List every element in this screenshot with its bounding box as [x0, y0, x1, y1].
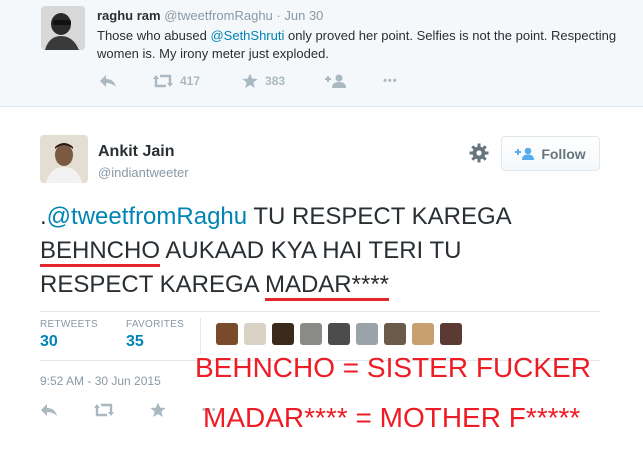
retweet-button[interactable]: 417 [153, 74, 200, 88]
author-handle[interactable]: @tweetfromRaghu [164, 8, 273, 23]
add-user-icon [515, 147, 535, 160]
stats-separator [200, 318, 201, 354]
tweet-text: .@tweetfromRaghu TU RESPECT KAREGA BEHNC… [40, 200, 640, 302]
annotation-line-2: MADAR**** = MOTHER F***** [203, 402, 581, 433]
tweet-line-3: RESPECT KAREGA MADAR**** [40, 268, 640, 302]
favorite-button[interactable]: 383 [242, 73, 285, 89]
tweet-text-part: RESPECT KAREGA [40, 271, 265, 298]
reply-icon [100, 75, 116, 87]
follow-user-button[interactable] [325, 74, 347, 88]
reply-button[interactable] [99, 74, 117, 88]
favoriter-avatar[interactable] [412, 323, 434, 345]
avatar-raghu[interactable] [41, 6, 85, 50]
replied-tweet-actions: 417 383 ••• [99, 73, 398, 89]
reply-button[interactable] [40, 403, 58, 417]
tweet-actions: ••• [40, 402, 217, 418]
divider [40, 311, 600, 312]
avatar-ankit[interactable] [40, 135, 88, 183]
tweet-text-part: Those who abused [97, 28, 211, 43]
favoriter-avatar[interactable] [328, 323, 350, 345]
retweets-stat[interactable]: RETWEETS 30 [40, 319, 98, 351]
favoriter-avatar[interactable] [300, 323, 322, 345]
underlined-word: BEHNCHO [40, 237, 161, 267]
tweet-timestamp[interactable]: 9:52 AM - 30 Jun 2015 [40, 374, 161, 388]
favorites-label: FAVORITES [125, 319, 185, 330]
tweet-line-2: BEHNCHO AUKAAD KYA HAI TERI TU [40, 234, 640, 268]
follow-button[interactable]: Follow [501, 136, 600, 171]
author-handle[interactable]: @indiantweeter [98, 165, 189, 180]
separator-dot: · [276, 8, 281, 23]
tweet-stats: RETWEETS 30 FAVORITES 35 [40, 319, 212, 351]
gear-icon[interactable] [469, 143, 489, 163]
retweet-icon [94, 403, 114, 417]
favoriter-avatar[interactable] [356, 323, 378, 345]
replied-tweet-header: raghu ram @tweetfromRaghu · Jun 30 [97, 8, 323, 23]
favoriters-avatars [216, 323, 468, 345]
favoriter-avatar[interactable] [384, 323, 406, 345]
favoriter-avatar[interactable] [272, 323, 294, 345]
tweet-time[interactable]: Jun 30 [284, 8, 323, 23]
reply-icon [41, 404, 57, 416]
favorites-stat[interactable]: FAVORITES 35 [126, 319, 184, 351]
favoriter-avatar[interactable] [440, 323, 462, 345]
retweet-icon [153, 74, 173, 88]
tweet-line-1: .@tweetfromRaghu TU RESPECT KAREGA [40, 200, 640, 234]
more-icon: ••• [383, 75, 398, 87]
more-button[interactable]: ••• [383, 75, 398, 87]
retweet-count: 417 [180, 74, 201, 88]
author-name[interactable]: Ankit Jain [98, 143, 174, 161]
follow-button-label: Follow [541, 145, 586, 162]
retweet-button[interactable] [94, 403, 114, 417]
mention-link[interactable]: @SethShruti [210, 28, 284, 43]
author-name[interactable]: raghu ram [97, 8, 161, 23]
favoriter-avatar[interactable] [216, 323, 238, 345]
tweet-text-part: . [40, 203, 47, 230]
replied-tweet-text: Those who abused @SethShruti only proved… [97, 27, 637, 63]
retweets-label: RETWEETS [40, 319, 98, 330]
favorite-count: 383 [265, 74, 286, 88]
favoriter-avatar[interactable] [244, 323, 266, 345]
underlined-word: MADAR**** [264, 271, 389, 301]
favorite-button[interactable] [150, 402, 166, 418]
favorite-icon [242, 73, 258, 88]
retweets-value: 30 [40, 333, 58, 350]
mention-link[interactable]: @tweetfromRaghu [47, 203, 247, 230]
replied-tweet: raghu ram @tweetfromRaghu · Jun 30 Those… [0, 0, 643, 107]
tweet-text-part: AUKAAD KYA HAI TERI TU [160, 237, 462, 264]
tweet-text-part: TU RESPECT KAREGA [247, 203, 512, 230]
favorite-icon [150, 402, 166, 417]
follow-user-icon [325, 74, 347, 88]
favorites-value: 35 [125, 333, 144, 350]
annotation-line-1: BEHNCHO = SISTER FUCKER [195, 352, 591, 383]
